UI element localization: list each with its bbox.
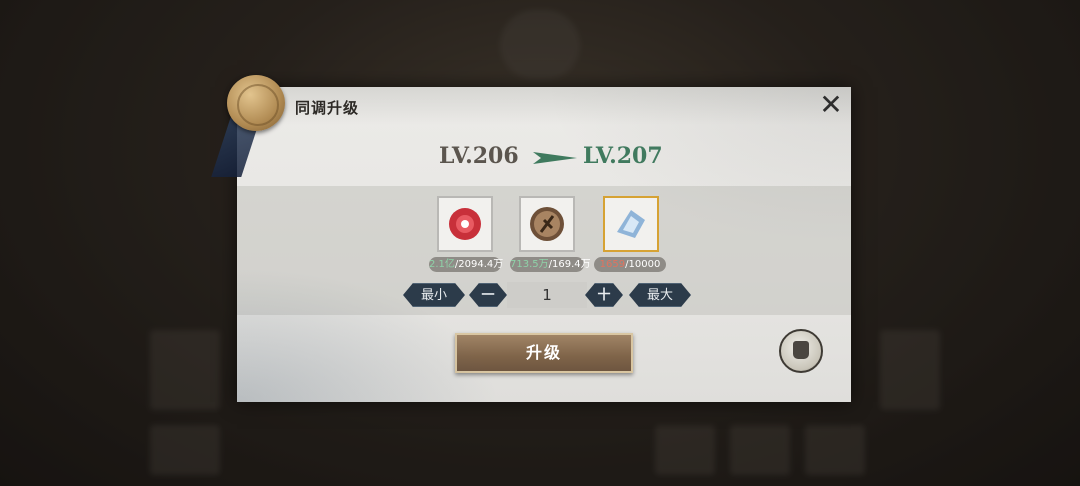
material-slot-bronze-coin[interactable]	[519, 196, 575, 252]
level-to: LV.207	[583, 143, 663, 169]
bronze-coin-icon	[530, 207, 564, 241]
material-have: 713.5万	[510, 259, 549, 270]
material-count: 2.1亿/2094.4万	[429, 257, 504, 272]
red-crystal-icon	[449, 208, 481, 240]
plus-button[interactable]: 十	[585, 283, 623, 307]
quantity-field[interactable]: 1	[507, 282, 587, 308]
material-slot-blue-crystal[interactable]	[603, 196, 659, 252]
material-slot-red-crystal[interactable]	[437, 196, 493, 252]
level-from: LV.206	[439, 143, 519, 169]
bag-button[interactable]	[779, 329, 823, 373]
material-count: 713.5万/169.4万	[510, 257, 591, 272]
upgrade-dialog: 同调升级 ✕ LV.206 LV.207 2.1亿/2094.4万 713.5万…	[211, 75, 851, 402]
material-need: 2094.4万	[458, 259, 504, 270]
minus-button[interactable]: 一	[469, 283, 507, 307]
min-button[interactable]: 最小	[403, 283, 465, 307]
material-count: 1659/10000	[594, 257, 666, 272]
dialog-title: 同调升级	[295, 99, 360, 117]
blue-crystal-icon	[617, 210, 645, 238]
max-button[interactable]: 最大	[629, 283, 691, 307]
material-have: 1659	[599, 259, 626, 270]
material-need: 169.4万	[552, 259, 591, 270]
bag-icon	[793, 341, 809, 359]
arrow-right-icon	[533, 152, 577, 164]
material-have: 2.1亿	[429, 259, 455, 270]
upgrade-button[interactable]: 升级	[455, 333, 633, 373]
close-icon[interactable]: ✕	[817, 91, 845, 119]
wax-seal-icon	[227, 75, 285, 131]
quantity-stepper: 最小 一 1 十 最大	[237, 282, 851, 308]
material-need: 10000	[628, 259, 661, 270]
